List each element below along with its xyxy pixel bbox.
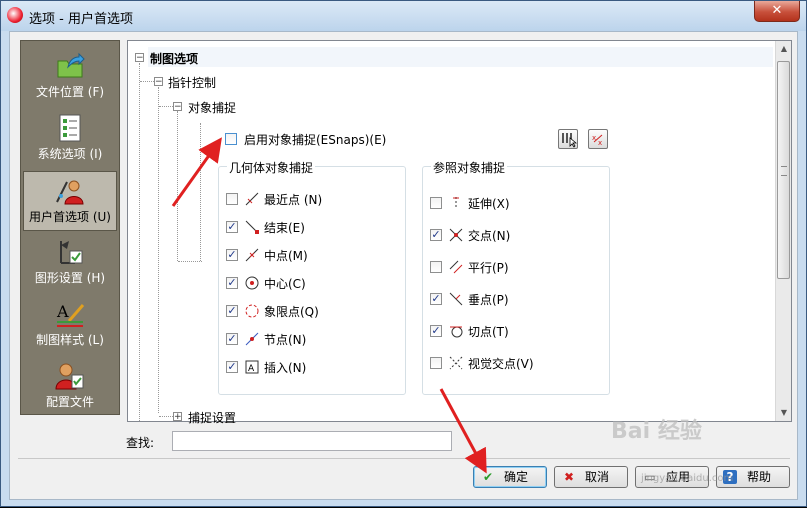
- collapse-root-toggle[interactable]: −: [135, 53, 144, 63]
- scroll-thumb[interactable]: [777, 61, 790, 279]
- tree-scrollbar[interactable]: ▲ ▼: [775, 41, 791, 421]
- options-window: 选项 - 用户首选项 ✕ 文件位置 (F) 系统选项 (I) 用户首选项 (U)…: [0, 0, 807, 507]
- enable-esnaps-checkbox[interactable]: [225, 133, 237, 145]
- tree-line: [200, 123, 201, 261]
- tree-line: [139, 63, 140, 421]
- geometry-snap-label: 中心(C): [264, 277, 306, 291]
- scroll-up-arrow-icon[interactable]: ▲: [777, 42, 791, 56]
- baidu-watermark-url: jingyan.baidu.com: [641, 473, 734, 484]
- ok-button[interactable]: ✔ 确定: [473, 466, 547, 488]
- geometry-snap-checkbox[interactable]: ✓: [226, 305, 238, 317]
- search-label: 查找:: [126, 436, 155, 450]
- tree-node-pointer-control[interactable]: 指针控制: [168, 74, 216, 91]
- tree-line: [178, 261, 202, 262]
- nav-item-user-preferences[interactable]: 用户首选项 (U): [23, 171, 117, 231]
- reference-snap-checkbox[interactable]: ✓: [430, 229, 442, 241]
- window-title: 选项 - 用户首选项: [29, 12, 133, 27]
- tangent-icon: [450, 326, 463, 338]
- cancel-button[interactable]: ✖ 取消: [554, 466, 628, 488]
- geometry-snap-checkbox[interactable]: ✓: [226, 221, 238, 233]
- geometry-snap-checkbox[interactable]: ✓: [226, 333, 238, 345]
- nav-item-profiles[interactable]: 配置文件: [23, 357, 117, 417]
- geometry-snap-checkbox[interactable]: ✓: [226, 361, 238, 373]
- nav-item-graphics-settings[interactable]: 图形设置 (H): [23, 233, 117, 293]
- select-all-snaps-button[interactable]: [558, 129, 578, 149]
- enable-esnaps-label: 启用对象捕捉(ESnaps)(E): [244, 133, 387, 147]
- checklist-icon: [59, 114, 81, 142]
- search-input[interactable]: [172, 431, 452, 451]
- nav-item-file-locations[interactable]: 文件位置 (F): [23, 47, 117, 107]
- reference-snap-checkbox[interactable]: [430, 261, 442, 273]
- baidu-watermark: Bai 经验: [611, 419, 702, 444]
- reference-snap-label: 视觉交点(V): [468, 357, 534, 371]
- checkmark-icon: ✔: [482, 470, 494, 484]
- clear-all-icon: x x: [592, 134, 603, 147]
- reference-snap-label: 垂点(P): [468, 293, 509, 307]
- midpoint-icon: [245, 248, 259, 262]
- reference-snap-label: 延伸(X): [468, 197, 510, 211]
- reference-snap-label: 平行(P): [468, 261, 509, 275]
- drafting-style-icon: A: [56, 302, 85, 327]
- collapse-object-snap-toggle[interactable]: −: [173, 102, 182, 112]
- geometry-snap-label: 节点(N): [264, 333, 307, 347]
- svg-text:A: A: [248, 364, 255, 374]
- app-icon: [7, 7, 23, 23]
- nav-item-system-options[interactable]: 系统选项 (I): [23, 109, 117, 169]
- svg-text:x: x: [598, 139, 602, 147]
- intersection-icon: [449, 228, 463, 242]
- tree-node-object-snap[interactable]: 对象捕捉: [188, 99, 236, 116]
- geometry-snap-label: 象限点(Q): [264, 305, 319, 319]
- geometry-snap-checkbox[interactable]: [226, 193, 238, 205]
- collapse-pointer-control-toggle[interactable]: −: [154, 77, 163, 87]
- selected-row-highlight: [148, 47, 773, 67]
- apparent-intersection-icon: [449, 356, 463, 370]
- tree-line: [158, 87, 159, 413]
- reference-snap-checkbox[interactable]: ✓: [430, 325, 442, 337]
- tree-line: [177, 111, 178, 261]
- node-icon: [245, 332, 259, 346]
- cross-icon: ✖: [563, 470, 575, 484]
- title-bar[interactable]: 选项 - 用户首选项 ✕: [1, 1, 806, 31]
- quadrant-icon: [245, 304, 259, 318]
- extension-icon: [453, 197, 459, 209]
- parallel-icon: [449, 260, 463, 274]
- tree-line: [140, 81, 154, 82]
- center-icon: [245, 276, 259, 290]
- graphics-settings-icon: [60, 241, 83, 264]
- reference-snap-checkbox[interactable]: [430, 197, 442, 209]
- profile-icon: [55, 363, 84, 390]
- expand-snap-settings-toggle[interactable]: +: [173, 412, 182, 422]
- close-button[interactable]: ✕: [754, 1, 800, 22]
- geometry-snap-checkbox[interactable]: ✓: [226, 249, 238, 261]
- scroll-down-arrow-icon[interactable]: ▼: [777, 406, 791, 420]
- folder-arrow-icon: [57, 52, 85, 78]
- tree-line: [159, 416, 173, 417]
- reference-snap-label: 切点(T): [468, 325, 509, 339]
- perpendicular-icon: [449, 292, 463, 306]
- endpoint-icon: [245, 220, 259, 234]
- user-pref-icon: [56, 180, 84, 205]
- geometry-snap-label: 最近点 (N): [264, 193, 323, 207]
- reference-snap-checkbox[interactable]: [430, 357, 442, 369]
- geometry-snap-label: 结束(E): [264, 221, 305, 235]
- geometry-snap-label: 插入(N): [264, 361, 307, 375]
- reference-snap-group-title: 参照对象捕捉: [431, 159, 508, 176]
- options-tree: − 制图选项 − 指针控制 − 对象捕捉 启用对象捕捉(ESnaps)(E) x…: [127, 40, 792, 425]
- reference-snap-checkbox[interactable]: ✓: [430, 293, 442, 305]
- category-nav: 文件位置 (F) 系统选项 (I) 用户首选项 (U) 图形设置 (H) A 制…: [20, 40, 120, 415]
- tree-line: [159, 106, 173, 107]
- footer-separator: [18, 458, 790, 459]
- nav-item-drafting-style[interactable]: A 制图样式 (L): [23, 295, 117, 355]
- geometry-snap-group-title: 几何体对象捕捉: [227, 159, 316, 176]
- svg-text:A: A: [56, 302, 69, 321]
- tree-node-drafting-options[interactable]: 制图选项: [150, 50, 198, 67]
- reference-snap-label: 交点(N): [468, 229, 511, 243]
- select-all-icon: [562, 133, 578, 148]
- insertion-icon: A: [245, 360, 259, 374]
- clear-all-snaps-button[interactable]: x x: [588, 129, 608, 149]
- geometry-snap-checkbox[interactable]: ✓: [226, 277, 238, 289]
- geometry-snap-label: 中点(M): [264, 249, 308, 263]
- tree-node-snap-settings[interactable]: 捕捉设置: [188, 409, 236, 426]
- nearest-icon: [245, 192, 259, 206]
